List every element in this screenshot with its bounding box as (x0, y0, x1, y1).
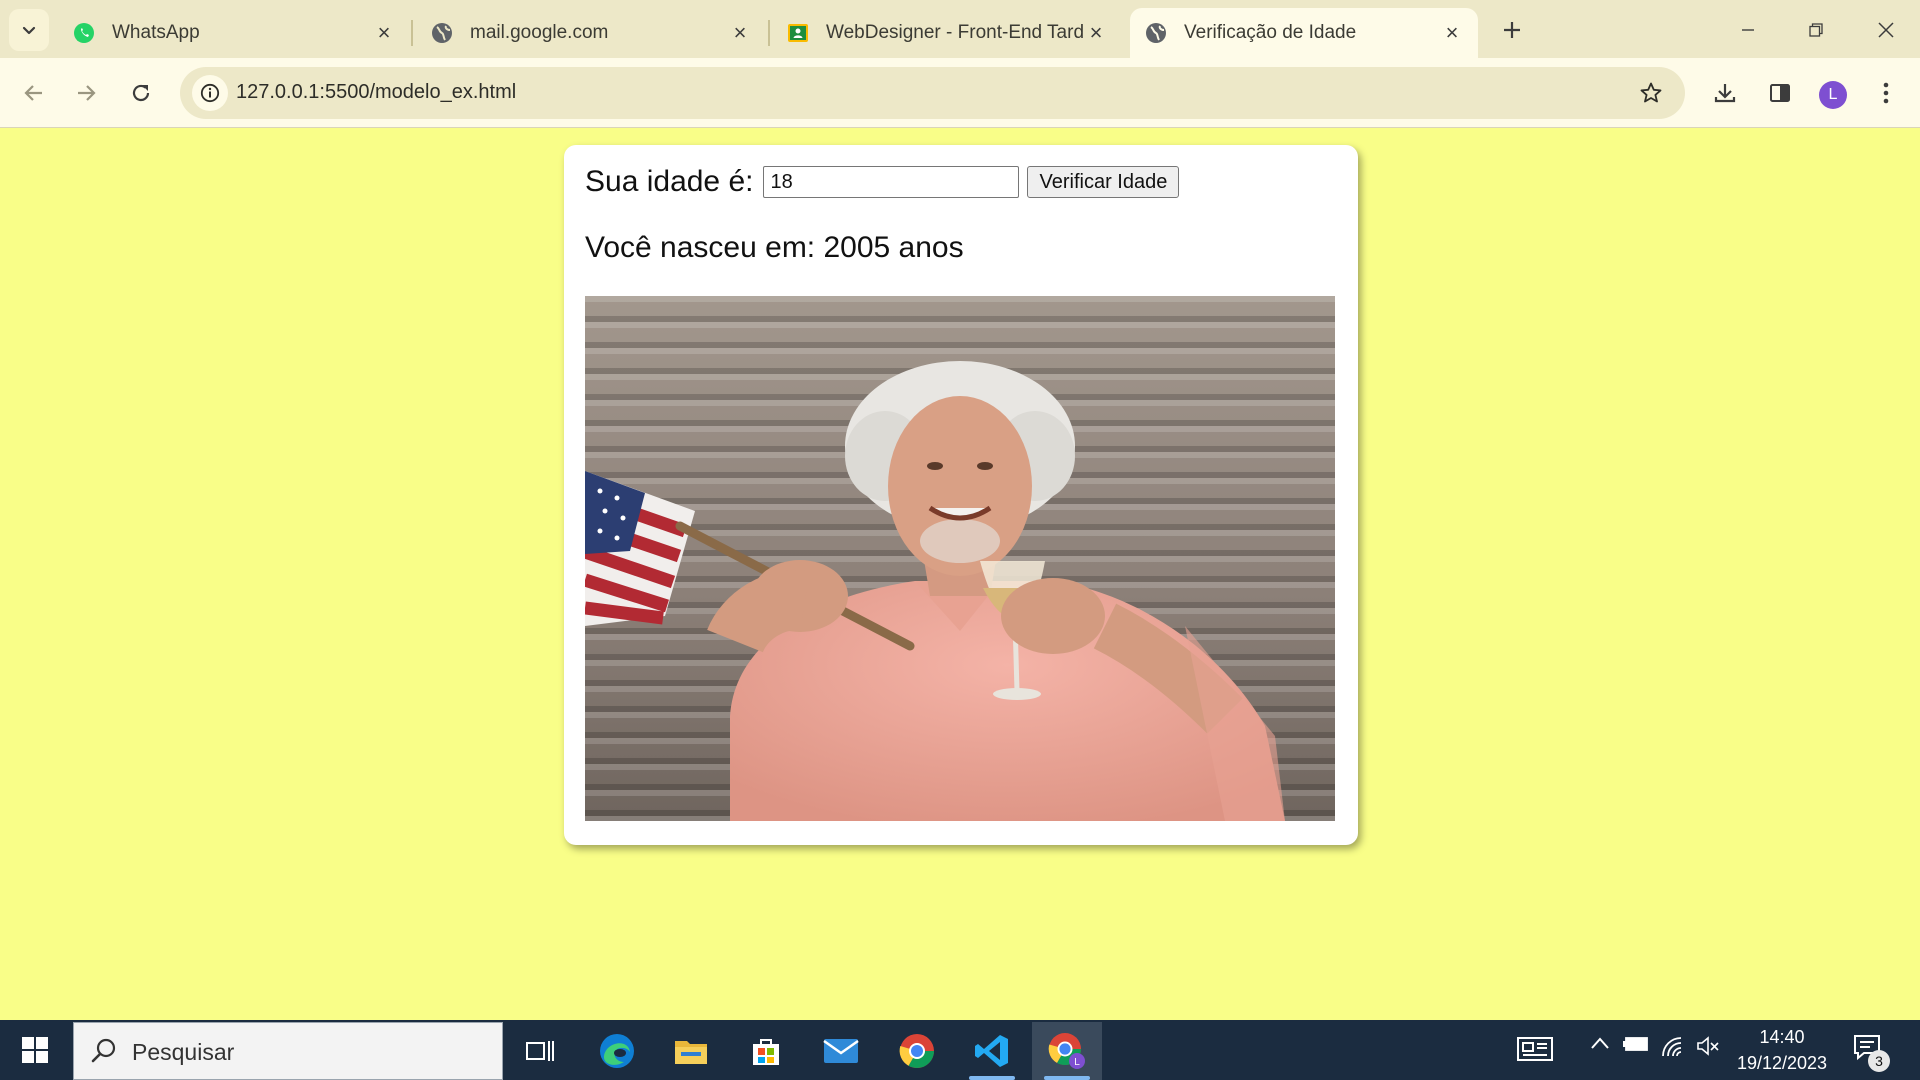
volume-button[interactable] (1694, 1036, 1722, 1056)
close-icon[interactable]: × (1440, 20, 1464, 45)
edge-icon (600, 1034, 634, 1068)
whatsapp-icon (72, 21, 96, 45)
age-check-card: Sua idade é: Verificar Idade Você nasceu… (564, 145, 1358, 845)
active-app-indicator (1044, 1076, 1090, 1080)
site-info-button[interactable] (192, 75, 228, 111)
close-window-button[interactable] (1858, 8, 1914, 52)
new-tab-button[interactable] (1496, 14, 1528, 46)
birth-year-result: Você nasceu em: 2005 anos (585, 231, 964, 264)
menu-button[interactable] (1866, 73, 1906, 113)
task-view-icon (526, 1041, 554, 1061)
chrome-profile-icon: L (1048, 1033, 1085, 1069)
info-icon (200, 83, 220, 103)
tab-divider (411, 20, 413, 46)
mail-icon (823, 1039, 859, 1063)
tab-title: mail.google.com (470, 22, 609, 43)
vscode-icon (975, 1035, 1008, 1067)
taskbar-search[interactable]: Pesquisar (73, 1022, 503, 1080)
tab-verificacao-idade[interactable]: Verificação de Idade × (1130, 8, 1478, 58)
close-icon (1878, 22, 1894, 38)
volume-muted-icon (1697, 1036, 1719, 1056)
more-vertical-icon (1883, 82, 1889, 104)
battery-button[interactable] (1622, 1036, 1650, 1052)
close-icon[interactable]: × (1084, 20, 1108, 45)
tab-divider (768, 20, 770, 46)
profile-avatar[interactable]: L (1819, 81, 1847, 109)
close-icon[interactable]: × (728, 20, 752, 45)
globe-icon (1144, 21, 1168, 45)
address-bar[interactable]: 127.0.0.1:5500/modelo_ex.html (180, 67, 1685, 119)
back-button[interactable] (14, 73, 54, 113)
microsoft-store-icon (753, 1039, 779, 1065)
wifi-icon (1662, 1037, 1682, 1057)
start-button[interactable] (12, 1030, 58, 1070)
result-photo (585, 296, 1335, 821)
chevron-up-icon (1591, 1037, 1609, 1049)
battery-icon (1623, 1037, 1648, 1051)
windows-taskbar: Pesquisar L 14:40 19/12/2023 3 (0, 1020, 1920, 1080)
tab-strip: WhatsApp × mail.google.com × WebDesigner… (0, 0, 1920, 58)
file-explorer-icon (675, 1041, 707, 1064)
notification-badge: 3 (1868, 1050, 1890, 1072)
file-explorer-button[interactable] (656, 1022, 726, 1080)
age-input[interactable] (763, 166, 1020, 198)
news-icon (1517, 1037, 1553, 1061)
network-button[interactable] (1658, 1036, 1686, 1058)
clock-date: 19/12/2023 (1736, 1053, 1828, 1073)
tab-search-button[interactable] (9, 9, 49, 51)
plus-icon (1504, 22, 1520, 38)
chevron-down-icon (22, 26, 36, 35)
star-icon (1640, 82, 1662, 103)
browser-toolbar: 127.0.0.1:5500/modelo_ex.html L (0, 58, 1920, 128)
windows-logo-icon (22, 1037, 48, 1063)
reload-button[interactable] (121, 73, 161, 113)
download-icon (1714, 84, 1736, 103)
side-panel-button[interactable] (1760, 73, 1800, 113)
tab-title: WebDesigner - Front-End Tarde (826, 22, 1084, 43)
globe-icon (430, 21, 454, 45)
search-placeholder: Pesquisar (132, 1039, 235, 1065)
tab-gmail[interactable]: mail.google.com × (416, 8, 766, 58)
age-label: Sua idade é: (585, 165, 754, 198)
close-icon[interactable]: × (372, 20, 396, 45)
show-hidden-icons-button[interactable] (1588, 1036, 1612, 1050)
classroom-icon (786, 21, 810, 45)
restore-icon (1809, 23, 1823, 37)
tab-classroom[interactable]: WebDesigner - Front-End Tarde × (772, 8, 1122, 58)
microsoft-store-button[interactable] (731, 1022, 801, 1080)
chrome-icon (899, 1034, 934, 1068)
minimize-button[interactable] (1720, 8, 1776, 52)
chrome-profile-button[interactable]: L (1032, 1022, 1102, 1080)
downloads-button[interactable] (1705, 73, 1745, 113)
edge-button[interactable] (582, 1022, 652, 1080)
clock-time: 14:40 (1759, 1027, 1805, 1047)
arrow-left-icon (24, 85, 42, 101)
system-clock[interactable]: 14:40 19/12/2023 (1722, 1024, 1842, 1076)
tab-title: Verificação de Idade (1184, 22, 1357, 43)
side-panel-icon (1770, 84, 1790, 102)
notification-center-button[interactable]: 3 (1852, 1032, 1890, 1072)
url-text[interactable]: 127.0.0.1:5500/modelo_ex.html (236, 81, 516, 104)
bookmark-star-button[interactable] (1637, 79, 1665, 107)
svg-text:L: L (1074, 1057, 1080, 1068)
restore-button[interactable] (1788, 8, 1844, 52)
reload-icon (132, 84, 150, 102)
arrow-right-icon (78, 85, 96, 101)
tab-whatsapp[interactable]: WhatsApp × (58, 8, 410, 58)
vscode-button[interactable] (957, 1022, 1027, 1080)
task-view-button[interactable] (505, 1022, 575, 1080)
news-widget-button[interactable] (1515, 1036, 1555, 1062)
search-icon (91, 1038, 116, 1063)
tab-title: WhatsApp (112, 22, 200, 43)
active-app-indicator (969, 1076, 1015, 1080)
verify-age-button[interactable]: Verificar Idade (1027, 166, 1180, 198)
mail-button[interactable] (806, 1022, 876, 1080)
age-form: Sua idade é: Verificar Idade (585, 165, 1180, 199)
chrome-button[interactable] (882, 1022, 952, 1080)
minimize-icon (1742, 29, 1754, 31)
forward-button[interactable] (66, 73, 106, 113)
